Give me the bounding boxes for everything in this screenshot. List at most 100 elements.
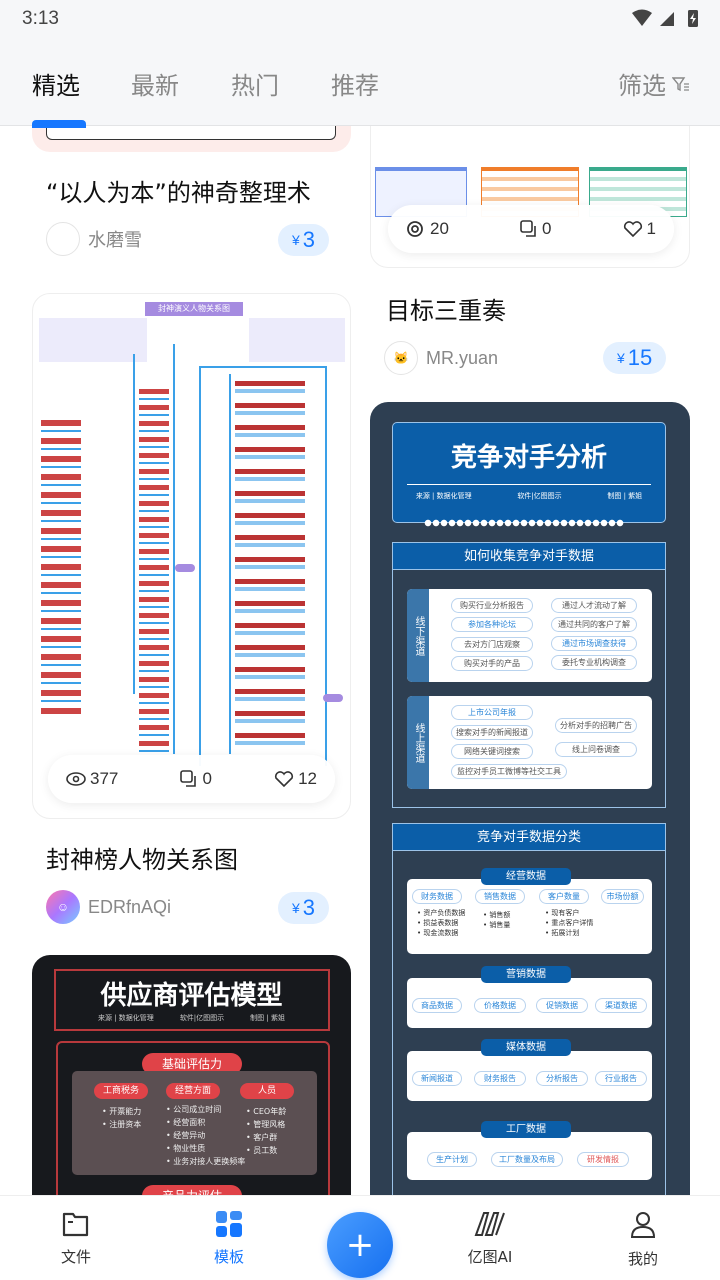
text-label: 媒体数据 [481, 1039, 571, 1056]
eye-icon [66, 772, 86, 786]
decor [72, 775, 80, 783]
filter-button[interactable]: 筛选 [618, 66, 690, 101]
text-label: 参加各种论坛 [451, 617, 533, 632]
card-title[interactable]: 封神榜人物关系图 [46, 840, 238, 875]
text-label: 分析对手的招聘广告 [555, 718, 637, 733]
decor: • 注册资本 [102, 1120, 142, 1129]
text-label: 监控对手员工微博等社交工具 [451, 764, 567, 779]
decor: • 损益表数据 [417, 919, 459, 927]
plus-icon: + [345, 1225, 375, 1265]
decor [520, 220, 533, 233]
text-label: 物业性质 [173, 1144, 206, 1153]
bottom-nav: 文件 模板 + 亿图AI 我的 [0, 1195, 720, 1280]
text-label: 客户群 [253, 1133, 278, 1142]
text-label: 制图 | 紫姐 [607, 492, 643, 500]
avatar [46, 222, 80, 256]
text-label: 15 [627, 345, 653, 370]
decor: • 重点客户详情 [545, 919, 594, 927]
decor: • 拓展计划 [545, 929, 580, 937]
text-label: 经营面积 [173, 1118, 206, 1127]
likes-count: 12 [274, 769, 317, 789]
active-tab-indicator [32, 120, 86, 128]
text-label: 员工数 [253, 1146, 278, 1155]
text-label: 分析报告 [536, 1071, 588, 1086]
likes-count: 1 [623, 219, 656, 239]
text-label: 重点客户详情 [551, 919, 594, 927]
signal-icon [660, 12, 674, 26]
text-label: 渠道数据 [595, 998, 647, 1013]
heart-icon [274, 771, 294, 788]
text-label: ¥ [617, 350, 625, 366]
text-label: 去对方门店观察 [451, 637, 533, 652]
text-label: 商品数据 [412, 998, 462, 1013]
text-label: 市场份额 [601, 889, 644, 904]
nav-edraw-ai[interactable]: 亿图AI [450, 1210, 530, 1267]
decor [230, 1211, 242, 1220]
card-title[interactable]: 目标三重奏 [386, 291, 506, 326]
card-thumbnail[interactable]: 竞争对手分析 来源 | 数据化管理 软件|亿图图示 制图 | 紫姐 如何收集竞争对手… [370, 402, 690, 1222]
card-stats: 377 0 12 [48, 755, 335, 803]
decor [216, 1226, 227, 1237]
text-label: 文件 [60, 1248, 91, 1266]
views-count: 20 [406, 219, 449, 239]
text-label: 通过人才流动了解 [551, 598, 637, 613]
decor: • 公司成立时间 [166, 1105, 222, 1114]
text-label: 价格数据 [474, 998, 526, 1013]
views-count: 377 [66, 769, 118, 789]
text-label: 来源 | 数据化管理 [98, 1014, 154, 1022]
decor [41, 414, 81, 714]
decor: 线上渠道 上市公司年报 搜索对手的新闻报道 网络关键词搜索 监控对手员工微博等社… [407, 696, 652, 789]
text-label: 线下渠道 [407, 589, 429, 682]
decor: • 公司成立时间 • 经营面积 • 经营异动 • 物业性质 • 业务对接人更换频率 [166, 1103, 245, 1168]
text-label: 12 [298, 769, 317, 788]
card-author[interactable]: 水磨雪 [46, 222, 142, 256]
card-author[interactable]: ☺ EDRfnAQi [46, 890, 171, 924]
decor [323, 694, 343, 702]
text-label: 资产负债数据 [423, 909, 466, 917]
decor [684, 82, 689, 91]
copies-count: 0 [520, 219, 551, 239]
copies-count: 0 [180, 769, 212, 789]
text-label: 网络关键词搜索 [451, 744, 533, 759]
card-thumbnail[interactable]: 封神演义人物关系图 [32, 293, 351, 819]
text-label: 377 [90, 769, 119, 788]
author-name: 水磨雪 [88, 230, 142, 250]
text-label: 业务对接人更换频率 [173, 1157, 246, 1166]
text-label: 委托专业机构调查 [551, 655, 637, 670]
decor: 商品数据 价格数据 促销数据 渠道数据 [407, 978, 652, 1028]
nav-files[interactable]: 文件 [36, 1210, 116, 1267]
nav-profile[interactable]: 我的 [603, 1210, 683, 1269]
text-label: 搜索对手的新闻报道 [451, 725, 533, 740]
decor [39, 318, 147, 362]
text-label: 研发情报 [577, 1152, 629, 1167]
thumbnail-title: 竞争对手分析 [450, 443, 607, 473]
tab-recommended[interactable]: 推荐 [331, 66, 379, 101]
card-title[interactable]: “以人为本”的神奇整理术 [46, 173, 311, 208]
decor: 来源 | 数据化管理 软件|亿图图示 制图 | 紫姐 [32, 1013, 351, 1023]
heart-icon [623, 221, 642, 238]
decor [623, 221, 642, 238]
text-label: 财务数据 [412, 889, 462, 904]
text-label: 经营方面 [166, 1083, 220, 1099]
text-label: 注册资本 [109, 1120, 142, 1129]
tab-featured[interactable]: 精选 [32, 66, 80, 101]
filter-label: 筛选 [618, 72, 666, 100]
nav-templates[interactable]: 模板 [189, 1210, 269, 1267]
decor [407, 221, 423, 237]
text-label: 工厂数量及布局 [491, 1152, 563, 1167]
text-label: 人员 [240, 1083, 294, 1099]
card-thumbnail[interactable]: 供应商评估模型 来源 | 数据化管理 软件|亿图图示 制图 | 紫姐 基础评估力 工… [32, 955, 351, 1215]
edraw-ai-icon [474, 1212, 505, 1236]
text-label: 拓展计划 [551, 929, 580, 937]
thumbnail-title: 封神演义人物关系图 [145, 302, 243, 316]
decor: • 经营异动 [166, 1131, 206, 1140]
price-badge: ¥3 [278, 892, 330, 924]
decor: • 资产负债数据 • 损益表数据 • 现金流数据 [417, 908, 465, 938]
decor: 来源 | 数据化管理 软件|亿图图示 制图 | 紫姐 [393, 491, 665, 501]
decor: • 现有客户 [545, 909, 580, 917]
decor [230, 1223, 242, 1237]
card-author[interactable]: 🐱 MR.yuan [384, 341, 498, 375]
tab-hot[interactable]: 热门 [231, 66, 279, 101]
tab-latest[interactable]: 最新 [131, 66, 179, 101]
create-button[interactable]: + [327, 1212, 393, 1278]
